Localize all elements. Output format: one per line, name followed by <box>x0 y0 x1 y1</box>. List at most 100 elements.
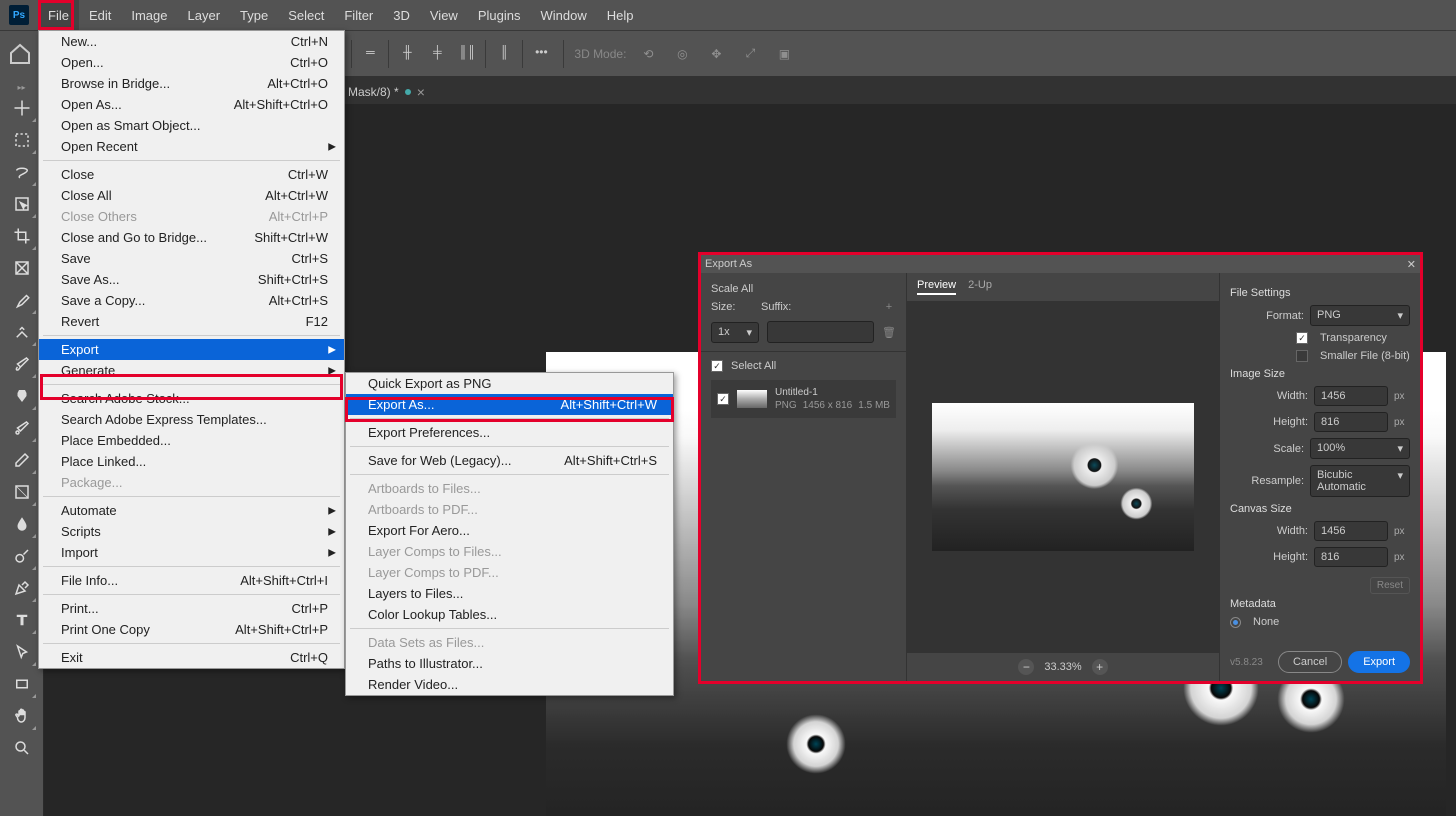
menu-item[interactable]: Render Video... <box>346 674 673 695</box>
menu-plugins[interactable]: Plugins <box>468 0 531 30</box>
menu-help[interactable]: Help <box>597 0 644 30</box>
menu-image[interactable]: Image <box>121 0 177 30</box>
cs-width-input[interactable]: 1456 <box>1314 521 1388 541</box>
menu-item[interactable]: Print...Ctrl+P <box>39 598 344 619</box>
distribute-v-icon[interactable]: ╪ <box>425 40 449 64</box>
menu-item[interactable]: ExitCtrl+Q <box>39 647 344 668</box>
menu-item[interactable]: Export▶ <box>39 339 344 360</box>
menu-edit[interactable]: Edit <box>79 0 121 30</box>
menu-window[interactable]: Window <box>530 0 596 30</box>
smaller-file-checkbox[interactable] <box>1296 350 1308 362</box>
path-select-tool[interactable] <box>6 636 38 668</box>
menu-item[interactable]: Close and Go to Bridge...Shift+Ctrl+W <box>39 227 344 248</box>
distribute-4-icon[interactable]: ║ <box>492 40 516 64</box>
zoom-tool[interactable] <box>6 732 38 764</box>
menu-item[interactable]: Save for Web (Legacy)...Alt+Shift+Ctrl+S <box>346 450 673 471</box>
toolbar-grip-icon[interactable]: ▸▸ <box>0 82 43 92</box>
menu-item[interactable]: Open...Ctrl+O <box>39 52 344 73</box>
format-select[interactable]: PNG▾ <box>1310 305 1410 326</box>
align-top-icon[interactable]: ═ <box>358 40 382 64</box>
more-icon[interactable]: ••• <box>529 40 553 64</box>
menu-item[interactable]: Export Preferences... <box>346 422 673 443</box>
dialog-close-icon[interactable]: ✕ <box>1407 258 1416 271</box>
menu-3d[interactable]: 3D <box>383 0 420 30</box>
is-width-input[interactable]: 1456 <box>1314 386 1388 406</box>
zoom-in-icon[interactable]: + <box>1092 659 1108 675</box>
menu-item[interactable]: SaveCtrl+S <box>39 248 344 269</box>
cancel-button[interactable]: Cancel <box>1278 651 1342 673</box>
menu-item[interactable]: Search Adobe Express Templates... <box>39 409 344 430</box>
menu-select[interactable]: Select <box>278 0 334 30</box>
blur-tool[interactable] <box>6 508 38 540</box>
menu-filter[interactable]: Filter <box>334 0 383 30</box>
menu-layer[interactable]: Layer <box>178 0 231 30</box>
menu-type[interactable]: Type <box>230 0 278 30</box>
menu-item[interactable]: Open Recent▶ <box>39 136 344 157</box>
menu-item[interactable]: CloseCtrl+W <box>39 164 344 185</box>
crop-tool[interactable] <box>6 220 38 252</box>
menu-view[interactable]: View <box>420 0 468 30</box>
menu-item[interactable]: Layers to Files... <box>346 583 673 604</box>
menu-item[interactable]: Paths to Illustrator... <box>346 653 673 674</box>
menu-item[interactable]: Quick Export as PNG <box>346 373 673 394</box>
dodge-tool[interactable] <box>6 540 38 572</box>
cs-height-input[interactable]: 816 <box>1314 547 1388 567</box>
menu-item[interactable]: Place Linked... <box>39 451 344 472</box>
menu-item[interactable]: Export For Aero... <box>346 520 673 541</box>
marquee-tool[interactable] <box>6 124 38 156</box>
healing-brush-tool[interactable] <box>6 316 38 348</box>
menu-item[interactable]: Scripts▶ <box>39 521 344 542</box>
menu-item[interactable]: Print One CopyAlt+Shift+Ctrl+P <box>39 619 344 640</box>
lasso-tool[interactable] <box>6 156 38 188</box>
menu-item[interactable]: Browse in Bridge...Alt+Ctrl+O <box>39 73 344 94</box>
menu-item[interactable]: File Info...Alt+Shift+Ctrl+I <box>39 570 344 591</box>
clone-stamp-tool[interactable] <box>6 380 38 412</box>
zoom-out-icon[interactable]: − <box>1018 659 1034 675</box>
file-checkbox[interactable]: ✓ <box>717 393 729 405</box>
menu-item[interactable]: Save a Copy...Alt+Ctrl+S <box>39 290 344 311</box>
brush-tool[interactable] <box>6 348 38 380</box>
is-scale-select[interactable]: 100%▾ <box>1310 438 1410 459</box>
menu-item[interactable]: Save As...Shift+Ctrl+S <box>39 269 344 290</box>
scale-select[interactable]: 1x▾ <box>711 322 759 343</box>
export-file-row[interactable]: ✓ Untitled-1 PNG1456 x 8161.5 MB <box>711 380 896 418</box>
menu-item[interactable]: Color Lookup Tables... <box>346 604 673 625</box>
menu-item[interactable]: New...Ctrl+N <box>39 31 344 52</box>
delete-size-icon[interactable]: 🗑 <box>882 326 896 339</box>
menu-item[interactable]: Automate▶ <box>39 500 344 521</box>
tab-close-icon[interactable]: × <box>417 84 425 100</box>
reset-button[interactable]: Reset <box>1370 577 1410 594</box>
tab-preview[interactable]: Preview <box>917 279 956 295</box>
menu-item[interactable]: Place Embedded... <box>39 430 344 451</box>
gradient-tool[interactable] <box>6 476 38 508</box>
menu-file[interactable]: File <box>38 0 79 30</box>
menu-item[interactable]: Generate▶ <box>39 360 344 381</box>
menu-item[interactable]: Import▶ <box>39 542 344 563</box>
menu-item[interactable]: RevertF12 <box>39 311 344 332</box>
add-size-icon[interactable]: + <box>882 301 896 313</box>
document-tab[interactable]: Mask/8) * × <box>340 80 433 104</box>
suffix-input[interactable] <box>767 321 874 343</box>
history-brush-tool[interactable] <box>6 412 38 444</box>
menu-item[interactable]: Open As...Alt+Shift+Ctrl+O <box>39 94 344 115</box>
eraser-tool[interactable] <box>6 444 38 476</box>
move-tool[interactable] <box>6 92 38 124</box>
menu-item[interactable]: Search Adobe Stock... <box>39 388 344 409</box>
is-resample-select[interactable]: Bicubic Automatic▾ <box>1310 465 1410 497</box>
export-button[interactable]: Export <box>1348 651 1410 673</box>
is-height-input[interactable]: 816 <box>1314 412 1388 432</box>
tab-2up[interactable]: 2-Up <box>968 279 992 295</box>
object-select-tool[interactable] <box>6 188 38 220</box>
rectangle-tool[interactable] <box>6 668 38 700</box>
type-tool[interactable] <box>6 604 38 636</box>
distribute-h-icon[interactable]: ╫ <box>395 40 419 64</box>
select-all-checkbox[interactable]: ✓ <box>711 360 723 372</box>
transparency-checkbox[interactable]: ✓ <box>1296 332 1308 344</box>
distribute-3-icon[interactable]: ║║ <box>455 40 479 64</box>
menu-item[interactable]: Export As...Alt+Shift+Ctrl+W <box>346 394 673 415</box>
frame-tool[interactable] <box>6 252 38 284</box>
menu-item[interactable]: Close AllAlt+Ctrl+W <box>39 185 344 206</box>
hand-tool[interactable] <box>6 700 38 732</box>
menu-item[interactable]: Open as Smart Object... <box>39 115 344 136</box>
metadata-none-radio[interactable] <box>1230 617 1241 628</box>
